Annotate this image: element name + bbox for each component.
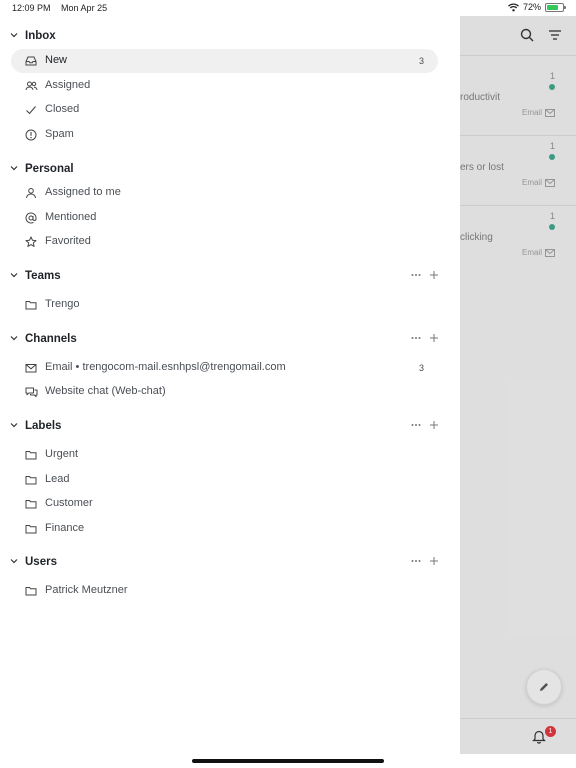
users-icon — [25, 80, 38, 92]
status-time: 12:09 PM — [12, 3, 51, 13]
sidebar-item-label: Assigned to me — [45, 186, 121, 198]
inbox-icon — [25, 55, 37, 67]
sidebar-item-website-chat[interactable]: Website chat (Web-chat) — [11, 380, 438, 404]
status-date: Mon Apr 25 — [61, 3, 108, 13]
alert-circle-icon — [25, 129, 37, 141]
sidebar-item-label: Customer — [45, 497, 93, 509]
item-count: 3 — [418, 363, 424, 373]
section-personal[interactable]: Personal — [0, 157, 460, 181]
sidebar-item-favorited[interactable]: Favorited — [11, 230, 438, 254]
section-title: Inbox — [25, 30, 56, 42]
sidebar-item-urgent[interactable]: Urgent — [11, 443, 438, 467]
battery-percent: 72% — [522, 2, 541, 12]
section-title: Labels — [25, 420, 62, 432]
sidebar-item-label: Patrick Meutzner — [45, 584, 128, 596]
folder-icon — [25, 585, 37, 597]
plus-icon[interactable] — [429, 420, 439, 430]
sidebar-item-lead[interactable]: Lead — [11, 468, 438, 492]
item-count: 3 — [418, 56, 424, 66]
section-title: Channels — [25, 333, 77, 345]
sidebar-item-new[interactable]: New 3 — [11, 49, 438, 73]
sidebar-item-label: Spam — [45, 128, 74, 140]
folder-icon — [25, 299, 37, 311]
section-labels[interactable]: Labels — [0, 414, 460, 438]
more-icon[interactable] — [410, 332, 422, 344]
plus-icon[interactable] — [429, 270, 439, 280]
sidebar-item-label: Urgent — [45, 448, 79, 460]
section-teams[interactable]: Teams — [0, 264, 460, 288]
mail-icon — [25, 362, 37, 374]
section-channels[interactable]: Channels — [0, 327, 460, 351]
check-icon — [25, 104, 37, 116]
sidebar-item-finance[interactable]: Finance — [11, 517, 438, 541]
drawer-overlay[interactable] — [460, 16, 576, 754]
section-inbox[interactable]: Inbox — [0, 24, 460, 48]
battery-fill — [547, 4, 558, 10]
section-title: Personal — [25, 163, 74, 175]
more-icon[interactable] — [410, 269, 422, 281]
sidebar-item-label: Trengo — [45, 298, 80, 310]
sidebar-item-customer[interactable]: Customer — [11, 492, 438, 516]
sidebar-item-label: Mentioned — [45, 211, 97, 223]
folder-icon — [25, 498, 37, 510]
sidebar-item-label: New — [45, 54, 68, 66]
plus-icon[interactable] — [429, 333, 439, 343]
user-icon — [25, 187, 37, 199]
sidebar-item-label: Favorited — [45, 235, 91, 247]
sidebar-item-mentioned[interactable]: Mentioned — [11, 206, 438, 230]
sidebar-item-label: Assigned — [45, 79, 91, 91]
sidebar-item-patrick-meutzner[interactable]: Patrick Meutzner — [11, 579, 438, 603]
plus-icon[interactable] — [429, 556, 439, 566]
section-users[interactable]: Users — [0, 550, 460, 574]
chevron-down-icon — [10, 421, 18, 429]
sidebar-item-assigned[interactable]: Assigned — [11, 74, 438, 98]
at-icon — [25, 212, 37, 224]
section-title: Teams — [25, 270, 61, 282]
more-icon[interactable] — [410, 555, 422, 567]
folder-icon — [25, 449, 37, 461]
sidebar-item-spam[interactable]: Spam — [11, 123, 438, 147]
sidebar-item-label: Website chat (Web-chat) — [45, 385, 166, 397]
more-icon[interactable] — [410, 419, 422, 431]
chevron-down-icon — [10, 334, 18, 342]
navigation-drawer: Inbox New 3 Assigned Closed Spam Persona… — [0, 16, 460, 768]
sidebar-item-label: Finance — [45, 522, 85, 534]
star-icon — [25, 236, 37, 248]
chevron-down-icon — [10, 31, 18, 39]
sidebar-item-label: Closed — [45, 103, 80, 115]
sidebar-item-closed[interactable]: Closed — [11, 98, 438, 122]
folder-icon — [25, 523, 37, 535]
home-indicator[interactable] — [192, 759, 384, 763]
wifi-icon — [508, 2, 519, 12]
sidebar-item-label: Lead — [45, 473, 70, 485]
sidebar-item-trengo[interactable]: Trengo — [11, 293, 438, 317]
chat-icon — [25, 386, 38, 398]
section-title: Users — [25, 556, 57, 568]
folder-icon — [25, 474, 37, 486]
chevron-down-icon — [10, 271, 18, 279]
chevron-down-icon — [10, 164, 18, 172]
sidebar-item-assigned-to-me[interactable]: Assigned to me — [11, 181, 438, 205]
battery-icon — [545, 2, 566, 12]
chevron-down-icon — [10, 557, 18, 565]
sidebar-item-label: Email • trengocom-mail.esnhpsl@trengomai… — [45, 361, 286, 373]
status-bar: 12:09 PM Mon Apr 25 72% — [0, 0, 576, 16]
sidebar-item-email-channel[interactable]: Email • trengocom-mail.esnhpsl@trengomai… — [11, 356, 438, 380]
